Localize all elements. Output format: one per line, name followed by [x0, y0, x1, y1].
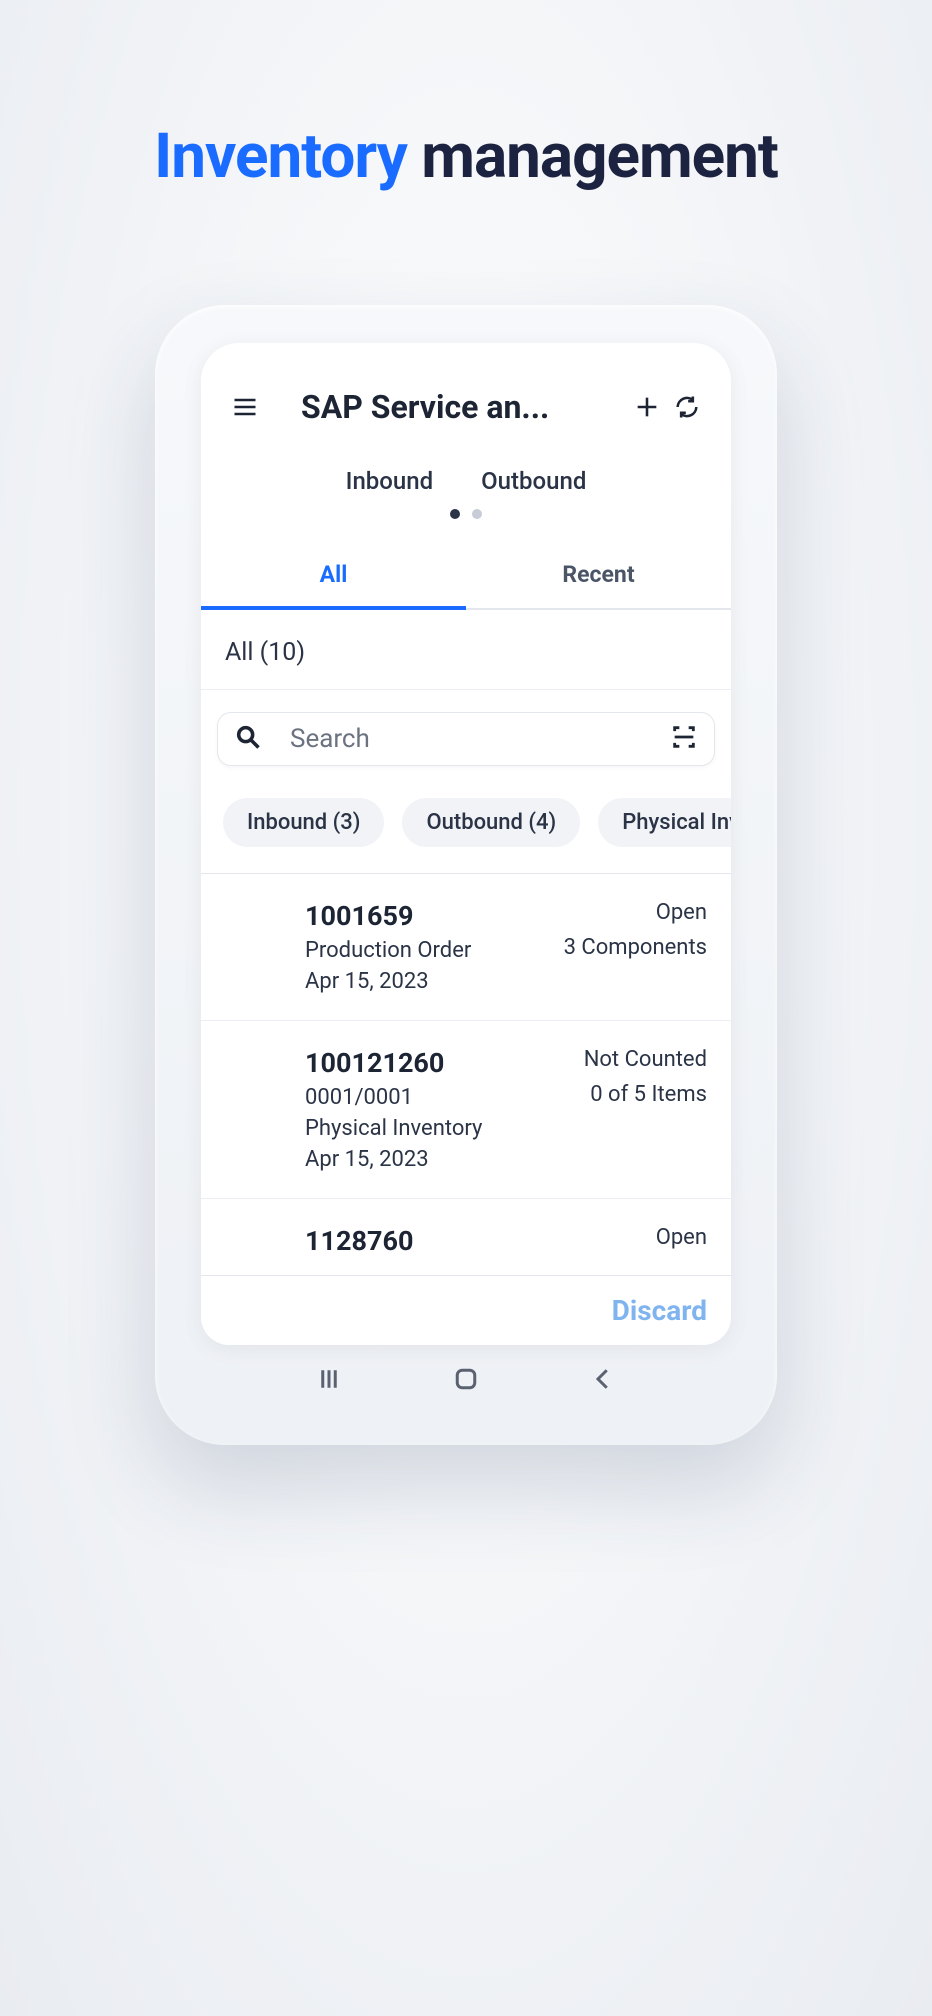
heading-accent: Inventory: [154, 120, 407, 193]
order-date: Apr 15, 2023: [305, 969, 471, 994]
add-icon[interactable]: [627, 387, 667, 427]
bottom-bar: Discard: [201, 1275, 731, 1345]
order-list: 1001659 Production Order Apr 15, 2023 Op…: [201, 874, 731, 1275]
filter-chips: Inbound (3) Outbound (4) Physical Inver: [201, 776, 731, 874]
discard-button[interactable]: Discard: [612, 1294, 707, 1327]
order-type: Physical Inventory: [305, 1116, 482, 1141]
sync-icon[interactable]: [667, 387, 707, 427]
chip-outbound[interactable]: Outbound (4): [402, 798, 580, 847]
list-item[interactable]: 1128760 Open: [201, 1199, 731, 1275]
list-item[interactable]: 100121260 0001/0001 Physical Inventory A…: [201, 1021, 731, 1199]
order-id: 1128760: [305, 1225, 413, 1257]
search-input[interactable]: Search: [217, 712, 715, 766]
section-count: All (10): [201, 610, 731, 690]
page-dot-1: [450, 509, 460, 519]
device-frame: SAP Service an... Inbound Outbound All R…: [155, 305, 777, 1445]
chip-physical-inventory[interactable]: Physical Inver: [598, 798, 731, 847]
category-tab-outbound[interactable]: Outbound: [481, 467, 586, 495]
heading-rest: management: [407, 120, 778, 193]
page-heading: Inventory management: [154, 120, 778, 193]
app-bar: SAP Service an...: [201, 343, 731, 439]
search-icon: [234, 723, 262, 755]
menu-icon[interactable]: [225, 387, 265, 427]
chip-inbound[interactable]: Inbound (3): [223, 798, 384, 847]
order-id: 1001659: [305, 900, 471, 932]
order-sub: 0001/0001: [305, 1085, 482, 1110]
order-status: Open: [656, 1225, 707, 1250]
order-meta: 0 of 5 Items: [584, 1082, 707, 1107]
back-icon[interactable]: [588, 1364, 618, 1398]
order-status: Not Counted: [584, 1047, 707, 1072]
search-placeholder: Search: [262, 724, 670, 754]
home-icon[interactable]: [451, 1364, 481, 1398]
list-item[interactable]: 1001659 Production Order Apr 15, 2023 Op…: [201, 874, 731, 1021]
android-nav-bar: [201, 1345, 731, 1417]
order-meta: 3 Components: [564, 935, 707, 960]
filter-tabs: All Recent: [201, 545, 731, 610]
page-dot-2: [472, 509, 482, 519]
barcode-scan-icon[interactable]: [670, 723, 698, 755]
tab-all[interactable]: All: [201, 545, 466, 610]
order-type: Production Order: [305, 938, 471, 963]
page-indicator: [201, 509, 731, 545]
search-container: Search: [201, 690, 731, 776]
order-date: Apr 15, 2023: [305, 1147, 482, 1172]
app-title: SAP Service an...: [265, 388, 627, 426]
category-tabs: Inbound Outbound: [201, 439, 731, 509]
recent-apps-icon[interactable]: [314, 1364, 344, 1398]
tab-recent[interactable]: Recent: [466, 545, 731, 608]
category-tab-inbound[interactable]: Inbound: [346, 467, 434, 495]
screen: SAP Service an... Inbound Outbound All R…: [201, 343, 731, 1345]
order-status: Open: [564, 900, 707, 925]
order-id: 100121260: [305, 1047, 482, 1079]
